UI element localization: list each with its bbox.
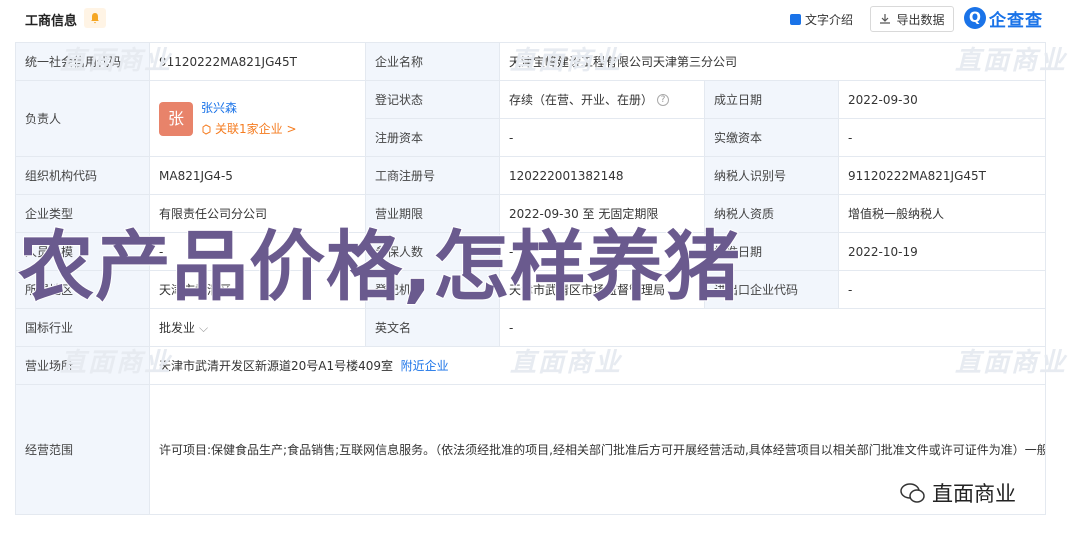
industry-cell[interactable]: 批发业 ⌵ [149,308,366,347]
taxpayer-id-value: 91120222MA821JG45T [837,156,1047,195]
chevron-down-icon[interactable]: ⌵ [199,319,208,337]
org-code-value: MA821JG4-5 [149,156,366,195]
reg-no-label: 工商注册号 [365,156,500,195]
section-title: 工商信息 [25,14,78,29]
table-row: 统一社会信用代码 91120222MA821JG45T 企业名称 天津宝峰建设工… [15,42,1047,81]
paid-capital-value: - [837,118,1047,157]
reg-status-cell: 存续（在营、开业、在册）? [499,80,705,119]
logo-mark-icon: Q [964,7,986,29]
brand-text: 直面商业 [932,482,1016,506]
export-button[interactable]: 导出数据 [870,6,954,32]
address-cell: 天津市武清开发区新源道20号A1号楼409室 附近企业 [148,346,1047,385]
bell-icon[interactable] [84,8,106,28]
address-label: 营业场所 [15,346,150,385]
document-icon [790,14,801,25]
found-date-value: 2022-09-30 [837,80,1047,119]
address-value: 天津市武清开发区新源道20号A1号楼409室 [159,358,394,373]
reg-status-label: 登记状态 [365,80,500,119]
reg-status-value: 存续（在营、开业、在册） [509,92,654,107]
legal-person-cell: 张 张兴森 关联1家企业 > [149,80,366,157]
org-code-label: 组织机构代码 [15,156,150,195]
credit-code-value: 91120222MA821JG45T [149,42,366,81]
paid-capital-label: 实缴资本 [704,118,839,157]
reg-capital-label: 注册资本 [365,118,500,157]
help-icon[interactable]: ? [657,94,670,106]
qcc-logo: Q 企查查 [964,5,1043,31]
related-companies-link[interactable]: 关联1家企业 > [201,120,297,138]
table-row: 负责人 张 张兴森 关联1家企业 > 登记状态 存续（在营、开业、在册）? 成立… [15,80,1047,157]
reg-no-value: 120222001382148 [499,156,705,195]
reg-capital-value: - [499,118,705,157]
credit-code-label: 统一社会信用代码 [15,42,150,81]
legal-person-label: 负责人 [15,80,150,157]
table-row: 组织机构代码 MA821JG4-5 工商注册号 120222001382148 … [15,156,1047,195]
export-icon [880,14,891,24]
english-name-value: - [498,308,1047,347]
legal-person-name-link[interactable]: 张兴森 [201,99,297,117]
company-name-label: 企业名称 [365,42,500,81]
wechat-icon [900,483,925,503]
avatar: 张 [159,101,193,136]
industry-value: 批发业 [159,320,196,335]
table-row: 营业场所 天津市武清开发区新源道20号A1号楼409室 附近企业 [15,346,1047,385]
taxpayer-id-label: 纳税人识别号 [704,156,839,195]
related-companies-label: 关联1家企业 > [215,122,297,136]
table-row: 经营范围 许可项目:保健食品生产;食品销售;互联网信息服务。（依法须经批准的项目… [15,384,1047,515]
found-date-label: 成立日期 [704,80,839,119]
intro-label: 文字介绍 [805,13,854,27]
table-row: 国标行业 批发业 ⌵ 英文名 - [15,308,1047,347]
relation-icon [202,123,211,135]
logo-text: 企查查 [989,10,1043,31]
brand-watermark: 直面商业 [896,476,1020,510]
intro-button[interactable]: 文字介绍 [790,11,853,28]
company-name-value: 天津宝峰建设工程有限公司天津第三分公司 [498,42,1047,81]
section-header: 工商信息 文字介绍 导出数据 Q 企查查 [0,0,1080,38]
industry-label: 国标行业 [15,308,150,347]
english-name-label: 英文名 [365,308,500,347]
overlay-headline: 农产品价格,怎样养猪 [17,221,741,312]
nearby-companies-link[interactable]: 附近企业 [401,359,449,373]
export-label: 导出数据 [896,12,945,27]
scope-label: 经营范围 [15,384,150,515]
